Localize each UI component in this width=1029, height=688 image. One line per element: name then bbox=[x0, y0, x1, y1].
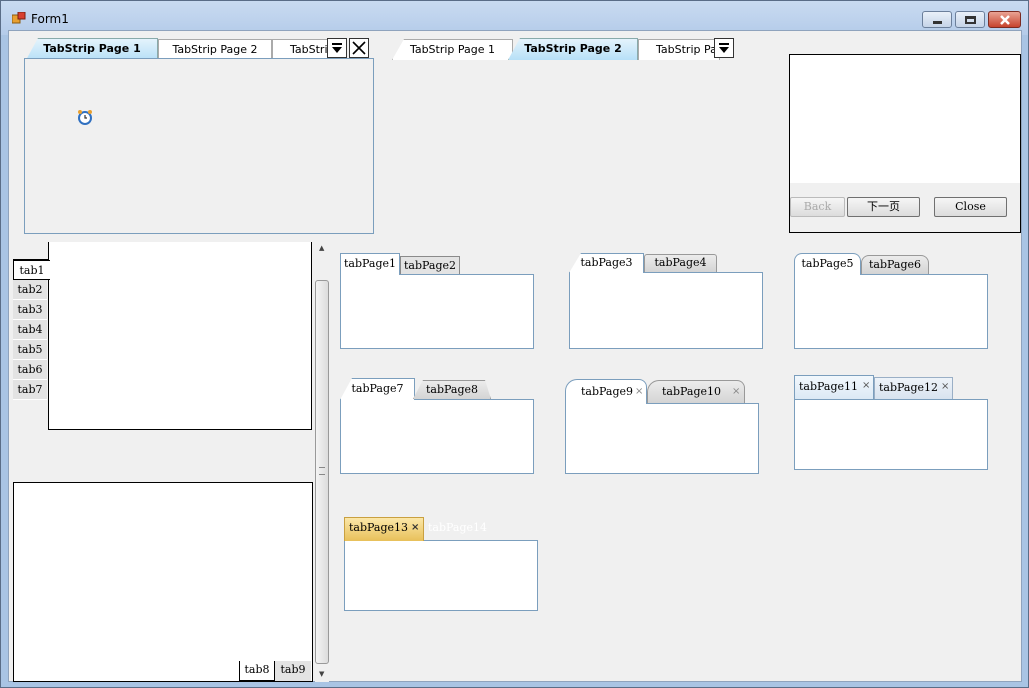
tabstrip-2-tab-3[interactable]: TabStrip Pa bbox=[638, 39, 720, 60]
wizard-panel: Back 下一页 Close bbox=[789, 54, 1021, 233]
tabcontrol-3-tab-2[interactable]: tabPage6 bbox=[861, 255, 929, 274]
vtab-1[interactable]: tab1 bbox=[13, 260, 50, 280]
tabstrip-2-dropdown-button[interactable] bbox=[714, 38, 734, 58]
tabcontrol-4-page bbox=[340, 399, 534, 474]
tabcontrol-2-tab-1[interactable]: tabPage3 bbox=[569, 253, 644, 273]
tabcontrol-4-tab-1[interactable]: tabPage7 bbox=[340, 378, 415, 400]
scroll-down-icon[interactable]: ▼ bbox=[319, 670, 324, 678]
app-icon bbox=[12, 12, 26, 24]
maximize-button[interactable] bbox=[955, 11, 985, 28]
tabcontrol-5-tab-2-label: tabPage10 bbox=[662, 385, 722, 398]
tabcontrol-1-page bbox=[340, 274, 534, 349]
tabcontrol-5-tab-2[interactable]: tabPage10 × bbox=[647, 380, 745, 403]
close-tab-icon[interactable]: × bbox=[635, 386, 643, 397]
scroll-up-icon[interactable]: ▲ bbox=[319, 244, 324, 252]
bottom-tab-9[interactable]: tab9 bbox=[275, 661, 311, 681]
tabcontrol-7-tab-1[interactable]: tabPage13 × bbox=[344, 517, 424, 541]
vtab-3[interactable]: tab3 bbox=[13, 300, 47, 320]
close-tab-icon[interactable]: × bbox=[862, 380, 870, 391]
close-button[interactable]: Close bbox=[934, 197, 1007, 217]
vtab-2[interactable]: tab2 bbox=[13, 280, 47, 300]
tabstrip-2-header: TabStrip Page 1 TabStrip Page 2 TabStrip… bbox=[392, 36, 742, 60]
tabcontrol-6-tab-1[interactable]: tabPage11 × bbox=[794, 375, 874, 399]
tabcontrol-6-tab-1-label: tabPage11 bbox=[799, 380, 859, 393]
tabcontrol-4-tab-2[interactable]: tabPage8 bbox=[413, 380, 491, 399]
tabstrip-1-tab-3[interactable]: TabStri bbox=[272, 39, 332, 60]
tabcontrol-3-tab-1[interactable]: tabPage5 bbox=[794, 253, 861, 275]
vtab-4[interactable]: tab4 bbox=[13, 320, 47, 340]
close-tab-icon[interactable]: × bbox=[732, 386, 740, 397]
tabstrip-1-close-button[interactable] bbox=[349, 38, 369, 58]
tabcontrol-5-page bbox=[565, 403, 759, 474]
close-tab-icon[interactable]: × bbox=[411, 522, 419, 533]
window-title: Form1 bbox=[31, 12, 69, 26]
tabcontrol-7-page bbox=[344, 540, 538, 611]
scrollbar-thumb[interactable] bbox=[315, 280, 329, 664]
tabstrip-1-page bbox=[24, 58, 374, 234]
back-button[interactable]: Back bbox=[790, 197, 845, 217]
tabstrip-2-tab-1[interactable]: TabStrip Page 1 bbox=[392, 39, 513, 60]
tabcontrol-5-tab-1-label: tabPage9 bbox=[581, 385, 634, 398]
dropdown-icon bbox=[332, 43, 342, 53]
form-client-area: TabStrip Page 1 TabStrip Page 2 TabStri … bbox=[8, 30, 1022, 682]
tabcontrol-7-tab-1-label: tabPage13 bbox=[349, 521, 409, 534]
tabstrip-1-tab-2[interactable]: TabStrip Page 2 bbox=[158, 39, 272, 60]
tabcontrol-2-page bbox=[569, 272, 763, 349]
tabcontrol-7-tab-2[interactable]: tabPage14 bbox=[428, 521, 487, 534]
tabcontrol-5-tab-1[interactable]: tabPage9 × bbox=[565, 379, 647, 404]
tabcontrol-6-page bbox=[794, 399, 988, 470]
dropdown-icon bbox=[719, 43, 729, 53]
tabcontrol-6-tab-2[interactable]: tabPage12 × bbox=[874, 377, 953, 399]
tabcontrol-3-page bbox=[794, 274, 988, 349]
tabstrip-1-tab-1[interactable]: TabStrip Page 1 bbox=[26, 38, 158, 60]
vertical-tab-control: tab1 tab2 tab3 tab4 tab5 tab6 tab7 bbox=[13, 242, 313, 432]
close-window-button[interactable] bbox=[988, 11, 1021, 28]
minimize-button[interactable] bbox=[922, 11, 952, 28]
tabstrip-1-header: TabStrip Page 1 TabStrip Page 2 TabStri bbox=[24, 36, 374, 60]
bottom-tab-page bbox=[13, 482, 313, 682]
close-tab-icon[interactable]: × bbox=[941, 381, 949, 392]
vertical-scrollbar[interactable]: ▲ ▼ bbox=[315, 242, 329, 682]
tabstrip-1-dropdown-button[interactable] bbox=[327, 38, 347, 58]
tabstrip-2-tab-2[interactable]: TabStrip Page 2 bbox=[508, 38, 638, 60]
clock-icon bbox=[78, 110, 92, 125]
next-button[interactable]: 下一页 bbox=[847, 197, 920, 217]
close-icon bbox=[1000, 15, 1010, 25]
tabcontrol-2-tab-2[interactable]: tabPage4 bbox=[644, 254, 717, 272]
vtab-7[interactable]: tab7 bbox=[13, 380, 47, 400]
vertical-tab-corner bbox=[13, 242, 49, 260]
close-icon bbox=[352, 41, 366, 55]
vtab-6[interactable]: tab6 bbox=[13, 360, 47, 380]
window: Form1 TabStrip Page 1 TabStrip Page 2 Ta… bbox=[0, 0, 1029, 688]
bottom-tab-8[interactable]: tab8 bbox=[239, 661, 275, 681]
tabcontrol-1-tab-1[interactable]: tabPage1 bbox=[340, 253, 400, 275]
vertical-tab-page bbox=[48, 242, 312, 430]
tabcontrol-6-tab-2-label: tabPage12 bbox=[879, 381, 939, 394]
tabcontrol-1-tab-2[interactable]: tabPage2 bbox=[400, 256, 460, 274]
vtab-5[interactable]: tab5 bbox=[13, 340, 47, 360]
